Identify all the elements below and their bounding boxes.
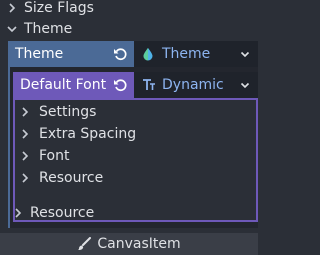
sub-section-extra-spacing-label: Extra Spacing [39, 126, 137, 142]
default-font-property-value[interactable]: Dynamic [134, 72, 258, 98]
chevron-right-icon [19, 128, 31, 140]
section-size-flags-label: Size Flags [24, 0, 94, 16]
sub-section-font-label: Font [39, 148, 70, 164]
theme-property-value-text: Theme [162, 46, 211, 62]
default-font-property-label-text: Default Font [20, 77, 107, 93]
dropdown-arrow-icon[interactable] [240, 49, 250, 59]
theme-property-value[interactable]: Theme [134, 41, 258, 67]
default-font-property-value-text: Dynamic [162, 77, 224, 93]
section-theme[interactable]: Theme [0, 19, 258, 39]
section-resource-label: Resource [30, 205, 95, 221]
canvasitem-category-label: CanvasItem [97, 236, 181, 252]
sub-section-resource-label: Resource [39, 170, 104, 186]
sub-section-settings-label: Settings [39, 104, 97, 120]
theme-property-label: Theme [8, 41, 134, 67]
default-font-property-label: Default Font [13, 72, 134, 98]
section-theme-label: Theme [24, 21, 73, 37]
revert-icon[interactable] [112, 77, 128, 93]
chevron-down-icon [6, 23, 18, 35]
sub-section-extra-spacing[interactable]: Extra Spacing [19, 123, 136, 145]
section-size-flags[interactable]: Size Flags [0, 0, 258, 16]
dropdown-arrow-icon[interactable] [240, 80, 250, 90]
chevron-right-icon [12, 207, 24, 219]
section-resource[interactable]: Resource [12, 202, 94, 224]
chevron-right-icon [19, 150, 31, 162]
revert-icon[interactable] [112, 46, 128, 62]
brush-icon [77, 237, 92, 251]
font-icon [142, 78, 156, 92]
default-font-property-row: Default Font Dynamic [13, 72, 258, 98]
theme-property-label-text: Theme [15, 46, 64, 62]
droplet-icon [142, 47, 154, 61]
theme-property-row: Theme Theme [8, 41, 258, 67]
canvasitem-category-header[interactable]: CanvasItem [0, 233, 258, 255]
chevron-right-icon [19, 106, 31, 118]
chevron-right-icon [6, 2, 18, 14]
sub-section-settings[interactable]: Settings [19, 101, 96, 123]
chevron-right-icon [19, 172, 31, 184]
sub-section-resource[interactable]: Resource [19, 167, 103, 189]
sub-section-font[interactable]: Font [19, 145, 69, 167]
